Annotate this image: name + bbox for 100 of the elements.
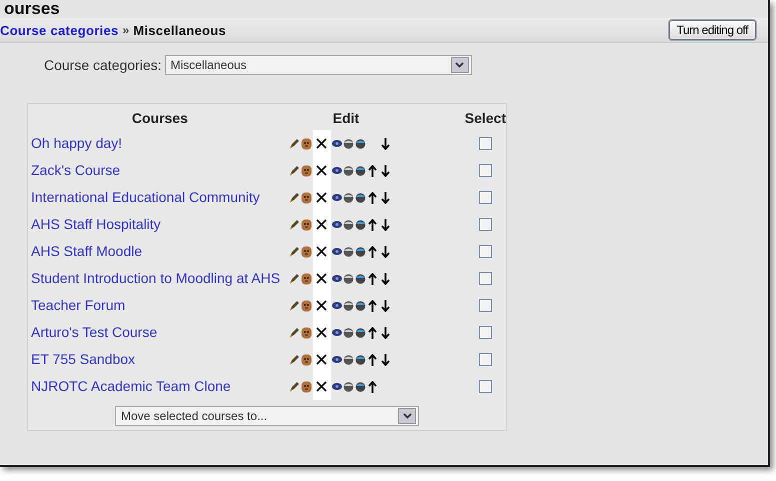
face-icon[interactable] [300, 354, 312, 366]
course-link[interactable]: Oh happy day! [31, 134, 122, 150]
course-link[interactable]: Student Introduction to Moodling at AHS [31, 270, 280, 286]
face-icon[interactable] [300, 246, 312, 258]
delete-icon[interactable] [316, 192, 328, 203]
course-link[interactable]: International Educational Community [31, 188, 260, 204]
eye-icon[interactable] [332, 356, 342, 363]
eye-icon[interactable] [332, 329, 342, 336]
dome-icon[interactable] [354, 166, 366, 176]
dome-icon[interactable] [354, 382, 366, 392]
face-icon[interactable] [300, 326, 312, 338]
delete-icon[interactable] [316, 246, 328, 257]
dome-icon[interactable] [354, 300, 366, 310]
eye-icon[interactable] [332, 248, 342, 255]
pencil-icon[interactable] [288, 192, 300, 203]
breadcrumb-link[interactable]: Course categories [0, 22, 119, 38]
select-checkbox[interactable] [478, 244, 492, 258]
pencil-icon[interactable] [288, 273, 300, 284]
up-arrow-icon[interactable] [368, 246, 378, 258]
eye-icon[interactable] [332, 167, 342, 174]
course-link[interactable]: ET 755 Sandbox [31, 350, 136, 366]
face-icon[interactable] [300, 380, 312, 392]
sphere-icon[interactable] [342, 354, 354, 364]
eye-icon[interactable] [332, 194, 342, 201]
dome-icon[interactable] [354, 220, 366, 230]
up-arrow-icon[interactable] [368, 192, 378, 204]
down-arrow-icon[interactable] [381, 246, 390, 258]
down-arrow-icon[interactable] [381, 272, 390, 284]
category-dropdown[interactable]: Miscellaneous [164, 55, 472, 75]
turn-editing-off-button[interactable]: Turn editing off [668, 20, 756, 40]
up-arrow-icon[interactable] [368, 380, 378, 392]
up-arrow-icon[interactable] [368, 272, 378, 284]
dome-icon[interactable] [354, 274, 366, 284]
pencil-icon[interactable] [288, 381, 300, 392]
down-arrow-icon[interactable] [381, 300, 390, 312]
eye-icon[interactable] [332, 302, 342, 309]
sphere-icon[interactable] [342, 138, 354, 148]
course-link[interactable]: Teacher Forum [31, 296, 126, 312]
select-checkbox[interactable] [478, 352, 492, 366]
select-checkbox[interactable] [478, 136, 492, 150]
eye-icon[interactable] [332, 221, 342, 228]
delete-icon[interactable] [316, 165, 328, 176]
up-arrow-icon[interactable] [368, 164, 378, 176]
sphere-icon[interactable] [342, 166, 354, 176]
up-arrow-icon[interactable] [368, 326, 378, 338]
up-arrow-icon[interactable] [368, 300, 378, 312]
select-checkbox[interactable] [478, 190, 492, 204]
course-link[interactable]: AHS Staff Hospitality [31, 216, 161, 232]
sphere-icon[interactable] [342, 220, 354, 230]
select-checkbox[interactable] [478, 218, 492, 231]
pencil-icon[interactable] [288, 138, 300, 149]
down-arrow-icon[interactable] [381, 138, 390, 150]
delete-icon[interactable] [316, 219, 328, 230]
delete-icon[interactable] [316, 381, 328, 392]
eye-icon[interactable] [332, 383, 342, 390]
face-icon[interactable] [300, 300, 312, 312]
eye-icon[interactable] [332, 275, 342, 282]
dome-icon[interactable] [354, 328, 366, 338]
sphere-icon[interactable] [342, 274, 354, 284]
course-link[interactable]: Arturo's Test Course [31, 324, 158, 340]
delete-icon[interactable] [316, 354, 328, 365]
up-arrow-icon[interactable] [368, 354, 378, 366]
face-icon[interactable] [300, 164, 312, 176]
down-arrow-icon[interactable] [381, 218, 390, 230]
pencil-icon[interactable] [288, 354, 300, 365]
move-courses-dropdown[interactable]: Move selected courses to... [115, 406, 419, 426]
delete-icon[interactable] [316, 273, 328, 284]
pencil-icon[interactable] [288, 219, 300, 230]
dome-icon[interactable] [354, 192, 366, 202]
dome-icon[interactable] [354, 354, 366, 364]
sphere-icon[interactable] [342, 192, 354, 202]
pencil-icon[interactable] [288, 165, 300, 176]
sphere-icon[interactable] [342, 328, 354, 338]
face-icon[interactable] [300, 138, 312, 150]
pencil-icon[interactable] [288, 246, 300, 257]
select-checkbox[interactable] [478, 298, 492, 312]
sphere-icon[interactable] [342, 300, 354, 310]
down-arrow-icon[interactable] [381, 164, 390, 176]
down-arrow-icon[interactable] [381, 354, 390, 366]
select-checkbox[interactable] [478, 272, 492, 285]
dome-icon[interactable] [354, 246, 366, 256]
face-icon[interactable] [300, 192, 312, 204]
eye-icon[interactable] [332, 140, 342, 147]
course-link[interactable]: Zack's Course [31, 162, 120, 178]
sphere-icon[interactable] [342, 382, 354, 392]
down-arrow-icon[interactable] [381, 192, 390, 204]
course-link[interactable]: NJROTC Academic Team Clone [31, 378, 231, 394]
sphere-icon[interactable] [342, 246, 354, 256]
pencil-icon[interactable] [288, 327, 300, 338]
face-icon[interactable] [300, 272, 312, 284]
course-link[interactable]: AHS Staff Moodle [31, 242, 142, 258]
up-arrow-icon[interactable] [368, 218, 378, 230]
delete-icon[interactable] [316, 138, 328, 149]
select-checkbox[interactable] [478, 326, 492, 339]
select-checkbox[interactable] [478, 380, 492, 393]
face-icon[interactable] [300, 218, 312, 230]
pencil-icon[interactable] [288, 300, 300, 311]
dome-icon[interactable] [354, 138, 366, 148]
delete-icon[interactable] [316, 327, 328, 338]
delete-icon[interactable] [316, 300, 328, 311]
